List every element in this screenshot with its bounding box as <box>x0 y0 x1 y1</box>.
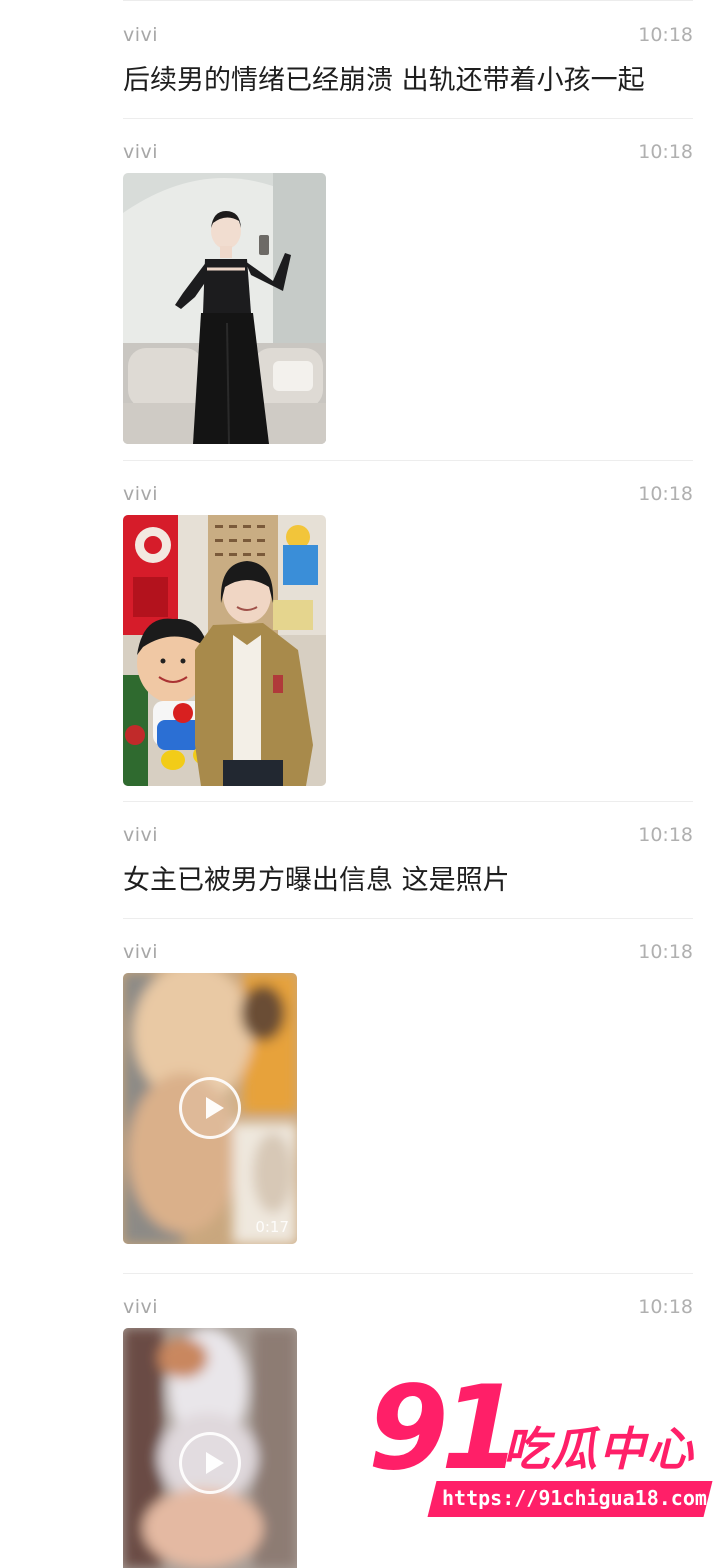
image-thumbnail[interactable] <box>123 173 326 444</box>
message-time: 10:18 <box>638 141 693 163</box>
image-thumbnail[interactable] <box>123 515 326 786</box>
message-divider <box>123 1273 693 1274</box>
play-icon[interactable] <box>179 1077 241 1139</box>
video-thumbnail[interactable]: 0:17 <box>123 973 297 1244</box>
message-sender: vivi <box>123 141 159 163</box>
message-text: 后续男的情绪已经崩溃 出轨还带着小孩一起 <box>123 65 645 96</box>
message-divider <box>123 918 693 919</box>
watermark-logo: 91 吃瓜中心 https://91chigua18.com <box>368 1371 713 1525</box>
watermark-text: 吃瓜中心 <box>503 1422 695 1476</box>
message-divider <box>123 801 693 802</box>
message-divider <box>123 460 693 461</box>
message-text: 女主已被男方曝出信息 这是照片 <box>123 865 510 896</box>
message-time: 10:18 <box>638 1296 693 1318</box>
chat-message[interactable]: vivi 10:18 后续男的情绪已经崩溃 出轨还带着小孩一起 <box>123 24 693 114</box>
message-sender: vivi <box>123 1296 159 1318</box>
top-divider <box>123 0 693 1</box>
watermark-number: 91 <box>368 1361 521 1496</box>
video-thumbnail[interactable] <box>123 1328 297 1568</box>
message-time: 10:18 <box>638 24 693 46</box>
message-time: 10:18 <box>638 941 693 963</box>
message-time: 10:18 <box>638 824 693 846</box>
message-sender: vivi <box>123 941 159 963</box>
chat-message[interactable]: vivi 10:18 女主已被男方曝出信息 这是照片 <box>123 824 693 914</box>
message-divider <box>123 118 693 119</box>
message-sender: vivi <box>123 824 159 846</box>
play-icon[interactable] <box>179 1432 241 1494</box>
watermark-url: https://91chigua18.com <box>442 1486 707 1510</box>
message-time: 10:18 <box>638 483 693 505</box>
video-duration: 0:17 <box>255 1218 289 1236</box>
message-sender: vivi <box>123 483 159 505</box>
message-sender: vivi <box>123 24 159 46</box>
